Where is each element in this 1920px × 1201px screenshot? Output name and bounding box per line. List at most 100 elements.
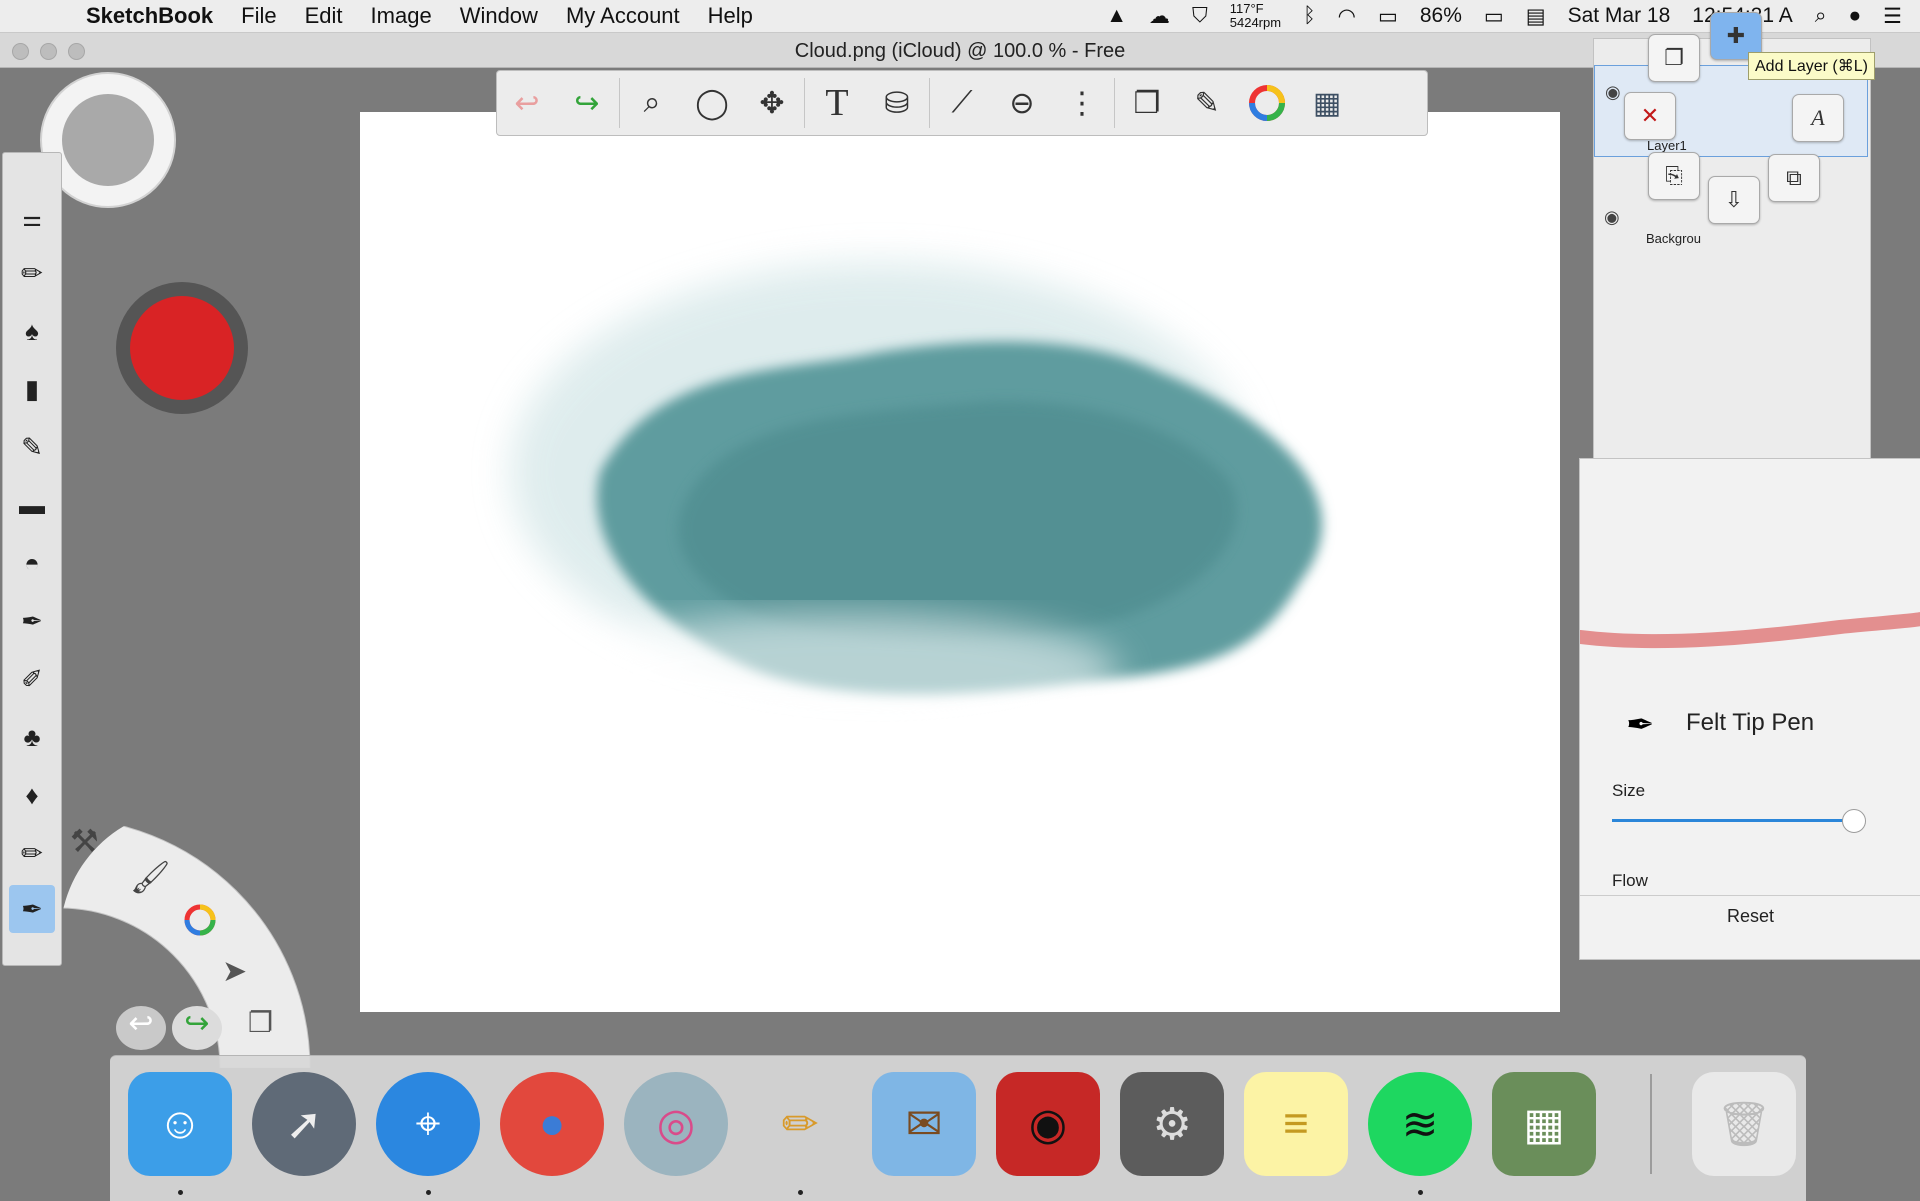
- fill-bucket-icon[interactable]: ⛁: [867, 75, 927, 131]
- duplicate-layer-icon[interactable]: ❐: [1648, 34, 1700, 82]
- eye-icon[interactable]: ◉: [1605, 82, 1621, 103]
- paintbrush-icon[interactable]: ✎: [9, 423, 55, 471]
- trash-icon[interactable]: 🗑: [1692, 1072, 1796, 1176]
- fan-rpm-value: 5424rpm: [1229, 15, 1282, 30]
- sketchbook-icon[interactable]: ✏: [748, 1072, 852, 1176]
- temperature-readout[interactable]: 117°F 5424rpm: [1230, 2, 1281, 30]
- flag-icon[interactable]: ▤: [1526, 4, 1546, 29]
- finder-icon[interactable]: ☺: [128, 1072, 232, 1176]
- toolbar-divider: [619, 78, 620, 128]
- merge-down-icon[interactable]: ⇩: [1708, 176, 1760, 224]
- menu-bar: SketchBook File Edit Image Window My Acc…: [0, 0, 1920, 33]
- creative-cloud-icon[interactable]: ☁: [1149, 4, 1170, 29]
- notes-icon[interactable]: ≡: [1244, 1072, 1348, 1176]
- shield-icon[interactable]: ⛉: [1192, 4, 1208, 28]
- reset-button[interactable]: Reset: [1580, 895, 1920, 936]
- flat-brush-icon[interactable]: ♣: [9, 713, 55, 761]
- menu-image[interactable]: Image: [371, 3, 432, 29]
- round-brush-icon[interactable]: ♦: [9, 771, 55, 819]
- ruler-icon[interactable]: ⟋: [932, 75, 992, 131]
- airplay-icon[interactable]: ▭: [1378, 4, 1398, 29]
- status-area: ▲ ☁ ⛉ 117°F 5424rpm ᛒ ◠ ▭ 86% ▭ ▤ Sat Ma…: [1084, 0, 1920, 32]
- cloud-painting: [510, 262, 1323, 732]
- menu-file[interactable]: File: [241, 3, 276, 29]
- launchpad-icon[interactable]: ➚: [252, 1072, 356, 1176]
- safari-icon[interactable]: ⌖: [376, 1072, 480, 1176]
- lagoon-color-wheel-icon[interactable]: [180, 900, 220, 945]
- toolbar-divider: [929, 78, 930, 128]
- felt-tip-pen-icon[interactable]: ✒: [9, 885, 55, 933]
- size-slider-handle[interactable]: [1841, 809, 1866, 833]
- main-toolbar: ↩ ↪ ⌕ ◯ ✥ T ⛁ ⟋ ⊖ ⋮ ❐ ✎ ▦: [496, 70, 1428, 136]
- menu-help[interactable]: Help: [708, 3, 753, 29]
- lagoon-redo-icon[interactable]: ↪: [172, 1006, 222, 1050]
- size-label: Size: [1612, 781, 1646, 800]
- bluetooth-icon[interactable]: ᛒ: [1303, 4, 1316, 28]
- siri-icon[interactable]: ●: [1848, 4, 1861, 28]
- calculator-icon[interactable]: ▦: [1492, 1072, 1596, 1176]
- eye-icon[interactable]: ◉: [1604, 207, 1620, 228]
- running-indicator: [426, 1190, 431, 1195]
- toolbar-divider: [1114, 78, 1115, 128]
- spotify-icon[interactable]: ≋: [1368, 1072, 1472, 1176]
- current-color-swatch[interactable]: [62, 94, 154, 186]
- ballpoint-pen-icon[interactable]: ✒: [9, 597, 55, 645]
- size-slider[interactable]: [1612, 819, 1860, 822]
- layers-copy-icon[interactable]: ❐: [248, 1006, 273, 1039]
- pencil-brush-icon[interactable]: ✏: [9, 249, 55, 297]
- copy-icon[interactable]: ❐: [1117, 75, 1177, 131]
- primary-color-swatch[interactable]: [130, 296, 234, 400]
- lagoon-undo-icon[interactable]: ↩: [116, 1006, 166, 1050]
- menu-window[interactable]: Window: [460, 3, 538, 29]
- chrome-icon[interactable]: ●: [500, 1072, 604, 1176]
- menu-my-account[interactable]: My Account: [566, 3, 680, 29]
- lagoon-color-wheel-graphic: [184, 904, 216, 936]
- drive-icon[interactable]: ▲: [1106, 4, 1127, 28]
- ellipse-guide-icon[interactable]: ⊖: [992, 75, 1052, 131]
- brush-icon[interactable]: 🖌: [130, 858, 171, 896]
- mail-icon[interactable]: ✉: [872, 1072, 976, 1176]
- photo-booth-icon[interactable]: ◉: [996, 1072, 1100, 1176]
- menu-edit[interactable]: Edit: [305, 3, 343, 29]
- chisel-marker-icon[interactable]: ✐: [9, 655, 55, 703]
- brush-library-icon[interactable]: ✎: [1177, 75, 1237, 131]
- paste-layer-icon[interactable]: ⎘: [1648, 152, 1700, 200]
- airbrush-icon[interactable]: ♠: [9, 307, 55, 355]
- color-wheel-graphic: [1249, 85, 1285, 121]
- system-preferences-icon[interactable]: ⚙: [1120, 1072, 1224, 1176]
- felt-tip-pen-icon: ✒: [1626, 706, 1655, 744]
- color-wheel-icon[interactable]: [1237, 75, 1297, 131]
- undo-icon[interactable]: ↩: [497, 75, 557, 131]
- move-icon[interactable]: ✥: [742, 75, 802, 131]
- add-layer-tooltip: Add Layer (⌘L): [1748, 52, 1875, 80]
- spotlight-icon[interactable]: ⌕: [1815, 4, 1827, 28]
- menu-app-name[interactable]: SketchBook: [86, 3, 213, 29]
- marker-icon[interactable]: ▮: [9, 365, 55, 413]
- brush-stroke-preview: [1580, 612, 1920, 649]
- merge-all-icon[interactable]: ⧉: [1768, 154, 1820, 202]
- grid-menu-icon[interactable]: ▦: [1297, 75, 1357, 131]
- wifi-icon[interactable]: ◠: [1338, 4, 1356, 29]
- add-text-layer-icon[interactable]: A: [1792, 94, 1844, 142]
- ink-pen-icon[interactable]: ✏: [9, 829, 55, 877]
- redo-icon[interactable]: ↪: [557, 75, 617, 131]
- clock-date[interactable]: Sat Mar 18: [1568, 4, 1671, 28]
- brush-properties-icon[interactable]: ⚌: [9, 195, 55, 243]
- lasso-icon[interactable]: ◯: [682, 75, 742, 131]
- notification-center-icon[interactable]: ☰: [1883, 4, 1902, 29]
- zoom-icon[interactable]: ⌕: [622, 75, 682, 131]
- clear-layer-icon[interactable]: ✕: [1624, 92, 1676, 140]
- brush-name: Felt Tip Pen: [1686, 709, 1815, 736]
- photo-app-icon[interactable]: ◎: [624, 1072, 728, 1176]
- soft-eraser-icon[interactable]: ◓: [9, 539, 55, 587]
- battery-icon: ▭: [1483, 4, 1504, 28]
- symmetry-icon[interactable]: ⋮: [1052, 75, 1112, 131]
- tools-icon[interactable]: ⚒: [70, 822, 99, 860]
- select-arrow-icon[interactable]: ➤: [222, 954, 247, 989]
- text-icon[interactable]: T: [807, 75, 867, 131]
- hard-eraser-icon[interactable]: ▬: [9, 481, 55, 529]
- layer1-name: Layer1: [1647, 138, 1687, 153]
- drawing-canvas[interactable]: [360, 112, 1560, 1012]
- battery-percent[interactable]: 86%: [1420, 4, 1462, 28]
- brush-properties-panel: ✒ Felt Tip Pen Size Flow Reset: [1579, 458, 1920, 960]
